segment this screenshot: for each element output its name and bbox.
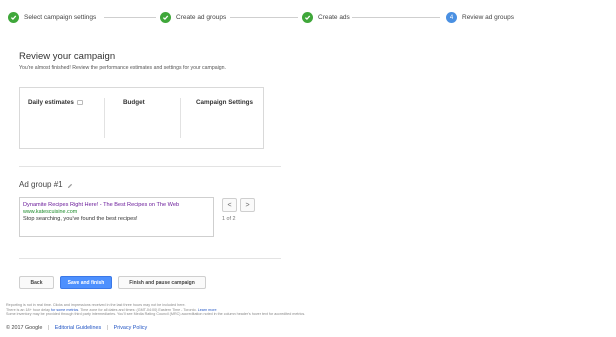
note-line: Some inventory may be provided through t… bbox=[6, 312, 306, 317]
daily-estimates-header: Daily estimates bbox=[28, 99, 83, 106]
daily-estimates-label: Daily estimates bbox=[28, 99, 74, 106]
footer-separator: | bbox=[106, 325, 109, 331]
privacy-policy-link[interactable]: Privacy Policy bbox=[114, 325, 148, 331]
step-label: Select campaign settings bbox=[24, 14, 97, 21]
section-divider bbox=[19, 258, 281, 259]
pencil-icon[interactable] bbox=[67, 182, 73, 188]
step-label: Review ad groups bbox=[462, 14, 515, 21]
campaign-settings-header: Campaign Settings bbox=[196, 99, 253, 106]
step-create-ads: Create ads bbox=[302, 12, 350, 23]
step-review-ad-groups: 4 Review ad groups bbox=[446, 12, 514, 23]
progress-stepper: Select campaign settings Create ad group… bbox=[0, 0, 616, 34]
step-select-campaign-settings: Select campaign settings bbox=[8, 12, 96, 23]
previous-ad-button[interactable]: < bbox=[222, 198, 237, 212]
check-icon bbox=[160, 12, 171, 23]
editorial-guidelines-link[interactable]: Editorial Guidelines bbox=[55, 325, 101, 331]
ad-group-title: Ad group #1 bbox=[19, 180, 73, 189]
check-icon bbox=[302, 12, 313, 23]
step-connector bbox=[352, 17, 440, 18]
some-metrics-link[interactable]: for some metrics bbox=[51, 308, 78, 312]
step-number-badge: 4 bbox=[446, 12, 457, 23]
footer-separator: | bbox=[47, 325, 50, 331]
chevron-left-icon: < bbox=[227, 201, 232, 209]
budget-label: Budget bbox=[123, 99, 145, 106]
step-label: Create ad groups bbox=[176, 14, 227, 21]
step-connector bbox=[230, 17, 298, 18]
page-subtitle: You're almost finished! Review the perfo… bbox=[19, 65, 226, 71]
learn-more-link[interactable]: Learn more bbox=[198, 308, 217, 312]
page-footer: © 2017 Google | Editorial Guidelines | P… bbox=[6, 325, 147, 331]
ad-preview-card: Dynamite Recipes Right Here! - The Best … bbox=[19, 197, 214, 237]
step-create-ad-groups: Create ad groups bbox=[160, 12, 226, 23]
chevron-right-icon: > bbox=[245, 201, 250, 209]
ad-group-name: Ad group #1 bbox=[19, 180, 63, 189]
budget-header: Budget bbox=[123, 99, 145, 106]
ad-headline: Dynamite Recipes Right Here! - The Best … bbox=[23, 202, 180, 208]
finish-and-pause-button[interactable]: Finish and pause campaign bbox=[118, 276, 206, 289]
info-icon[interactable] bbox=[76, 100, 83, 105]
section-divider bbox=[19, 166, 281, 167]
column-divider bbox=[180, 98, 181, 138]
step-label: Create ads bbox=[318, 14, 350, 21]
check-icon bbox=[8, 12, 19, 23]
ad-pager-count: 1 of 2 bbox=[222, 216, 236, 222]
page-title: Review your campaign bbox=[19, 51, 116, 62]
note-text: There is an 18+ hour delay bbox=[6, 307, 50, 312]
step-connector bbox=[104, 17, 156, 18]
reporting-notes: Reporting is not in real time. Clicks an… bbox=[6, 303, 610, 317]
campaign-settings-label: Campaign Settings bbox=[196, 99, 254, 106]
campaign-summary-panel: Daily estimates Budget Campaign Settings bbox=[19, 87, 264, 149]
ad-description: Stop searching, you've found the best re… bbox=[23, 216, 138, 222]
note-text: . Time zone for all dates and times: (GM… bbox=[78, 307, 197, 312]
ad-display-url: www.katescuisine.com bbox=[23, 209, 78, 215]
copyright-text: © 2017 Google bbox=[6, 325, 43, 331]
column-divider bbox=[104, 98, 105, 138]
next-ad-button[interactable]: > bbox=[240, 198, 255, 212]
save-and-finish-button[interactable]: Save and finish bbox=[60, 276, 112, 289]
back-button[interactable]: Back bbox=[19, 276, 54, 289]
